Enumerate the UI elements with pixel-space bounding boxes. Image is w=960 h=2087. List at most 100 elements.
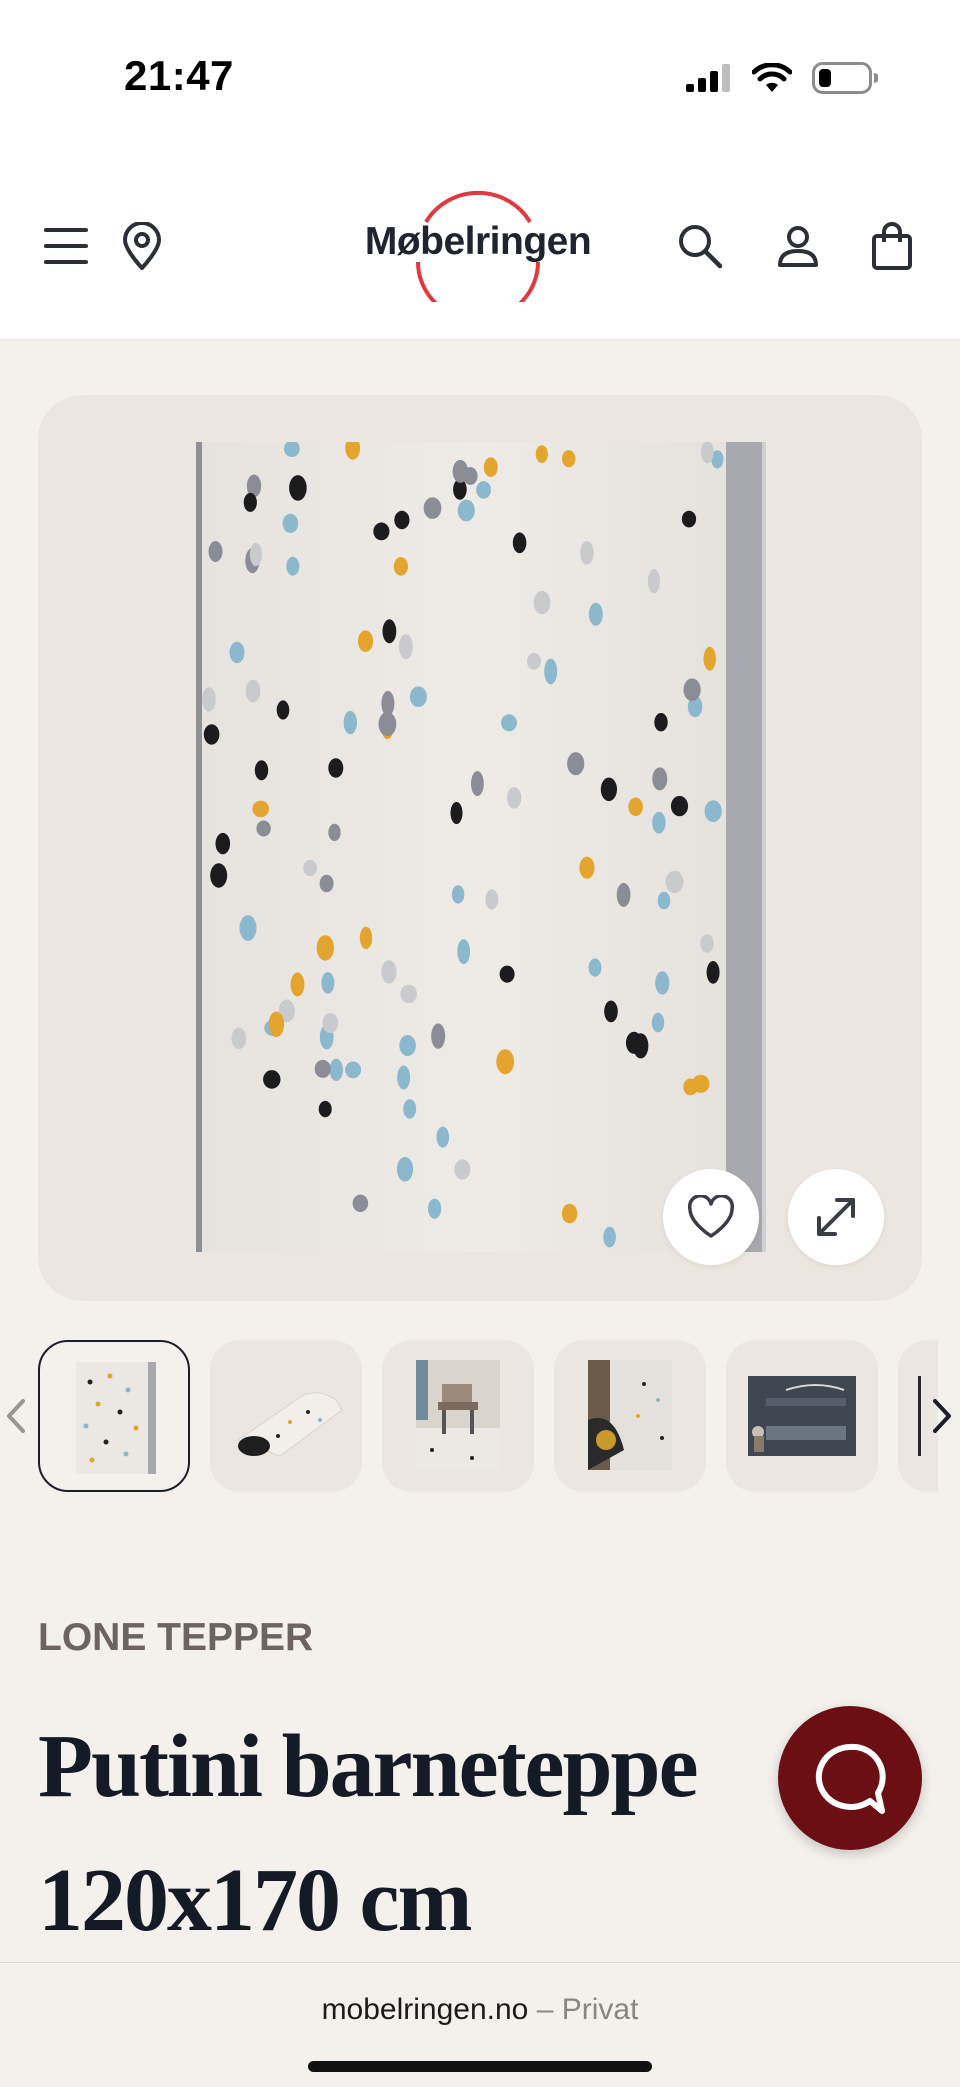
- rug-dot: [249, 542, 262, 567]
- chat-button[interactable]: [778, 1706, 922, 1850]
- rug-dot: [382, 619, 397, 644]
- rug-dot: [263, 1070, 281, 1089]
- status-time: 21:47: [124, 52, 234, 99]
- battery-icon: [812, 62, 878, 94]
- rug-dot: [580, 541, 594, 565]
- rug-dot: [450, 801, 463, 825]
- rug-dot: [567, 752, 585, 776]
- rug-dot: [452, 459, 468, 483]
- rug-dot: [256, 820, 271, 837]
- rug-dot: [652, 767, 668, 791]
- status-bar: 21:47: [0, 0, 960, 150]
- rug-dot: [657, 891, 671, 910]
- shopping-bag-icon[interactable]: [866, 220, 918, 272]
- url-line: mobelringen.no – Privat: [0, 1993, 960, 2027]
- location-pin-icon[interactable]: [116, 220, 168, 272]
- rug-dot: [318, 1100, 332, 1118]
- rug-dot: [399, 1035, 416, 1056]
- product-title-line1: Putini barneteppe: [38, 1717, 699, 1816]
- rug-dot: [252, 800, 269, 818]
- thumbnail-strip: [0, 1340, 960, 1492]
- search-icon[interactable]: [674, 220, 726, 272]
- rug-dot: [603, 1226, 616, 1248]
- rug-dot: [403, 1099, 417, 1119]
- rug-dot: [316, 935, 334, 961]
- rug-dot: [706, 961, 720, 984]
- product-title: Putini barneteppe 120x170 cm: [38, 1700, 758, 1968]
- chat-bubble-icon: [815, 1743, 886, 1814]
- rug-dot: [321, 972, 335, 994]
- rug-dot: [471, 771, 484, 797]
- chevron-right-icon: [933, 1399, 951, 1433]
- rug-dot: [533, 590, 551, 615]
- rug-dot: [397, 1065, 411, 1090]
- rug-dot: [496, 1049, 515, 1075]
- home-indicator[interactable]: [308, 2061, 652, 2072]
- rug-dot: [647, 568, 660, 594]
- product-title-line2: 120x170 cm: [38, 1851, 472, 1950]
- product-brand[interactable]: LONE TEPPER: [38, 1616, 313, 1660]
- thumbnail-rug-rolled[interactable]: [210, 1340, 362, 1492]
- rug-dot: [203, 724, 220, 745]
- browser-address-bar[interactable]: mobelringen.no – Privat: [0, 1962, 960, 2087]
- favorite-button[interactable]: [663, 1169, 759, 1265]
- rug-dot: [526, 652, 542, 670]
- chevron-left-icon: [7, 1399, 25, 1433]
- rug-dot: [303, 859, 317, 877]
- rug-dot: [290, 972, 305, 997]
- rug-dot: [409, 686, 427, 707]
- rug-dot: [454, 1159, 471, 1180]
- url-separator: –: [536, 1993, 554, 2026]
- rug-dot: [670, 795, 689, 817]
- rug-dot: [483, 457, 498, 477]
- rug-dot: [399, 634, 413, 660]
- logo-text: Møbelringen: [364, 220, 592, 263]
- rug-dot: [651, 1012, 665, 1033]
- rug-dot: [476, 481, 491, 499]
- rug-dot: [652, 811, 666, 834]
- rug-dot: [544, 658, 558, 685]
- rug-dot: [378, 712, 397, 737]
- rug-dot: [243, 492, 257, 512]
- product-image-gallery[interactable]: [38, 395, 922, 1301]
- user-icon[interactable]: [772, 220, 824, 272]
- rug-dot: [239, 915, 257, 941]
- rug-dot: [457, 939, 471, 965]
- rug-dot: [691, 1074, 710, 1093]
- heart-icon: [687, 1195, 735, 1238]
- rug-dot: [423, 497, 442, 519]
- rug-dot: [245, 679, 261, 703]
- rug-dot: [393, 557, 408, 576]
- rug-dot: [210, 863, 228, 888]
- rug-dot: [229, 641, 245, 664]
- rug-dot: [700, 934, 714, 953]
- thumbnail-prev-arrow[interactable]: [2, 1392, 30, 1440]
- rug-dot: [655, 971, 670, 995]
- rug-dot: [704, 800, 722, 823]
- thumbnail-rug-flat[interactable]: [38, 1340, 190, 1492]
- rug-dot: [436, 1126, 450, 1148]
- rug-dot: [343, 710, 357, 735]
- rug-dot: [322, 1013, 339, 1034]
- rug-dot: [683, 678, 701, 701]
- rug-dot: [512, 532, 527, 554]
- thumbnail-next-arrow[interactable]: [928, 1392, 956, 1440]
- rug-dot: [319, 874, 334, 893]
- rug-dot: [588, 602, 603, 626]
- expand-image-button[interactable]: [788, 1169, 884, 1265]
- rug-dot: [616, 882, 631, 907]
- rug-dot: [231, 1027, 247, 1050]
- thumbnail-rug-room-playtable[interactable]: [382, 1340, 534, 1492]
- thumbnail-rug-room-bunkbed[interactable]: [726, 1340, 878, 1492]
- rug-dot: [703, 646, 716, 671]
- rug-dot: [215, 832, 231, 855]
- rug-dot: [202, 687, 216, 712]
- site-logo[interactable]: Møbelringen: [352, 182, 604, 302]
- rug-dot: [604, 1000, 618, 1023]
- rug-dot: [665, 870, 684, 894]
- cellular-signal-icon: [686, 64, 730, 92]
- rug-dot: [501, 714, 517, 732]
- rug-dot: [328, 758, 344, 778]
- thumbnail-rug-room-floor[interactable]: [554, 1340, 706, 1492]
- menu-icon[interactable]: [40, 220, 92, 272]
